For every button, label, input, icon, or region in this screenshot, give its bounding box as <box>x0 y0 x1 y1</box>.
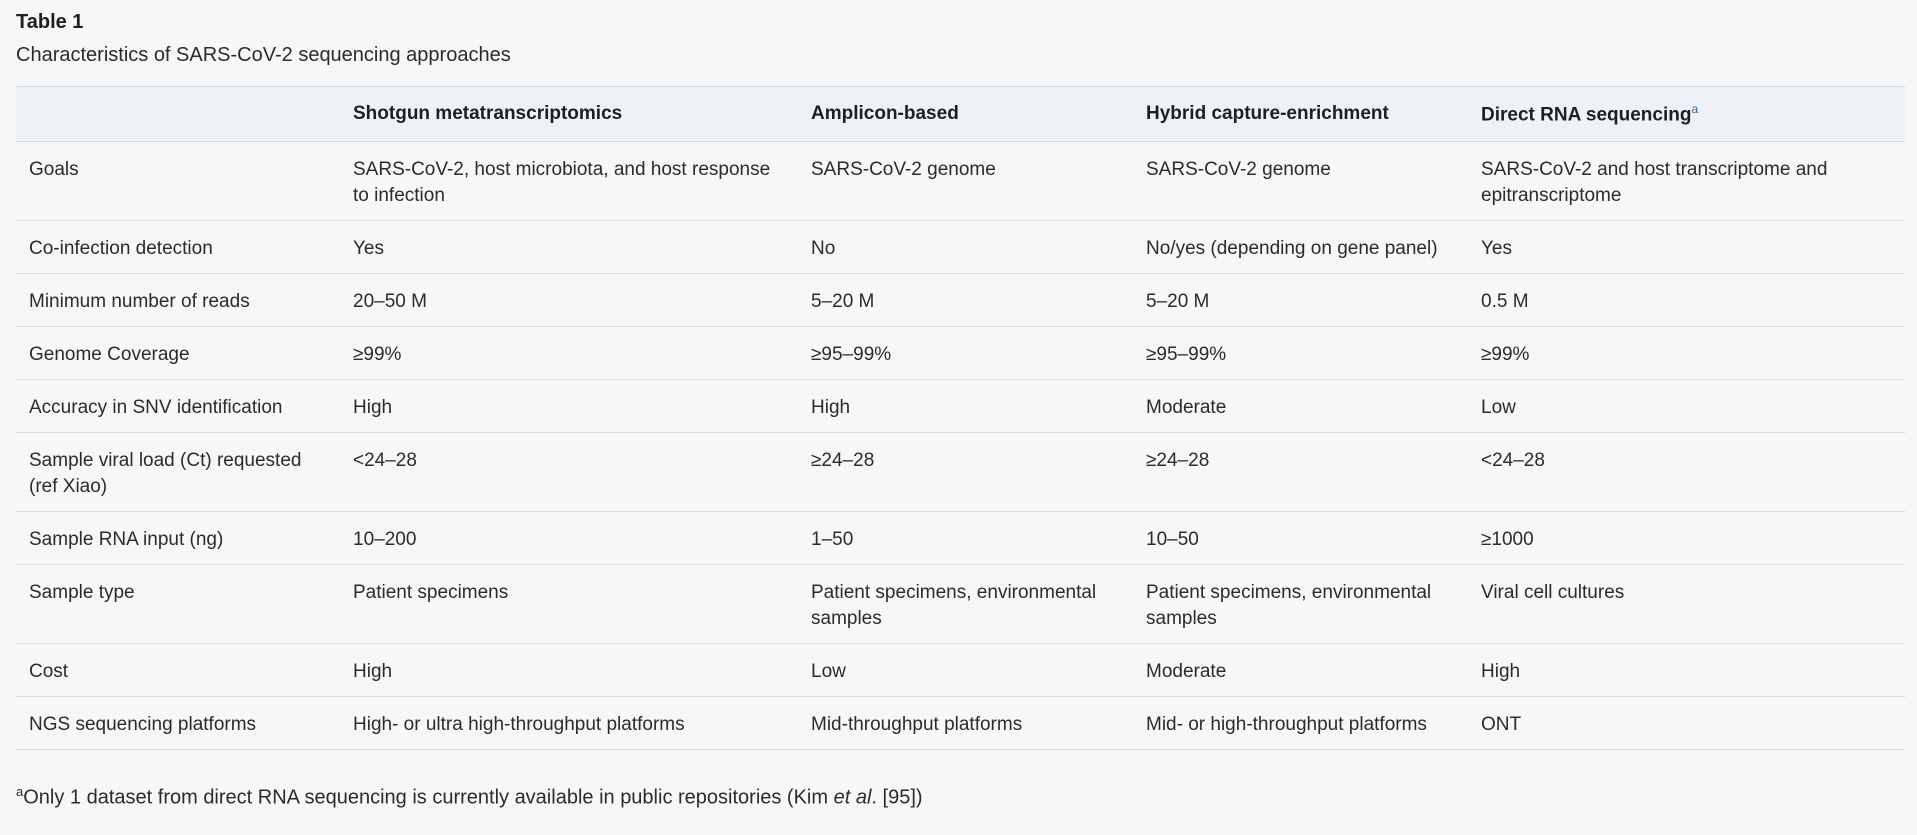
table-cell: ≥99% <box>1468 326 1905 380</box>
table-cell: High <box>340 643 798 697</box>
header-cell-empty <box>16 86 340 142</box>
table-cell: ≥24–28 <box>1133 432 1468 512</box>
table-cell: Moderate <box>1133 379 1468 433</box>
table-cell: Low <box>1468 379 1905 433</box>
table-cell: 10–200 <box>340 511 798 565</box>
table-cell: SARS-CoV-2 genome <box>798 141 1133 221</box>
table-row: Minimum number of reads 20–50 M 5–20 M 5–20… <box>16 273 1905 327</box>
table-cell: 1–50 <box>798 511 1133 565</box>
table-row: Sample RNA input (ng) 10–200 1–50 10–50 ≥100… <box>16 511 1905 565</box>
table-cell: SARS-CoV-2 genome <box>1133 141 1468 221</box>
table-row: NGS sequencing platforms High- or ultra h… <box>16 696 1905 750</box>
header-cell-hybrid: Hybrid capture-enrichment <box>1133 86 1468 142</box>
table-cell: ≥95–99% <box>798 326 1133 380</box>
table-cell: No <box>798 220 1133 274</box>
table-header-row: Shotgun metatranscriptomics Amplicon-bas… <box>16 86 1905 142</box>
table-cell: 20–50 M <box>340 273 798 327</box>
header-cell-direct-rna: Direct RNA sequencinga <box>1468 86 1905 142</box>
row-label-cell: Sample viral load (Ct) requested (ref Xi… <box>16 432 340 512</box>
table-cell: SARS-CoV-2 and host transcriptome and ep… <box>1468 141 1905 221</box>
footnote-text-before: Only 1 dataset from direct RNA sequencin… <box>23 786 834 809</box>
table-cell: High <box>340 379 798 433</box>
table-cell: High <box>1468 643 1905 697</box>
table-row: Goals SARS-CoV-2, host microbiota, and ho… <box>16 141 1905 221</box>
row-label-cell: Goals <box>16 141 340 221</box>
data-table: Shotgun metatranscriptomics Amplicon-bas… <box>16 86 1905 750</box>
table-caption: Characteristics of SARS-CoV-2 sequencing… <box>16 44 511 66</box>
footnote-text-after: . [95]) <box>871 786 923 809</box>
table-cell: 5–20 M <box>1133 273 1468 327</box>
table-cell: SARS-CoV-2, host microbiota, and host re… <box>340 141 798 221</box>
row-label-cell: Accuracy in SNV identification <box>16 379 340 433</box>
row-label-cell: Minimum number of reads <box>16 273 340 327</box>
table-cell: ≥95–99% <box>1133 326 1468 380</box>
table-row: Co-infection detection Yes No No/yes (depen… <box>16 220 1905 274</box>
table-body: Goals SARS-CoV-2, host microbiota, and ho… <box>16 141 1905 750</box>
header-cell-amplicon: Amplicon-based <box>798 86 1133 142</box>
table-row: Sample viral load (Ct) requested (ref Xi… <box>16 432 1905 512</box>
table-cell: Patient specimens <box>340 564 798 644</box>
table-cell: Mid- or high-throughput platforms <box>1133 696 1468 750</box>
table-cell: Low <box>798 643 1133 697</box>
row-label-cell: Sample type <box>16 564 340 644</box>
table-cell: High- or ultra high-throughput platforms <box>340 696 798 750</box>
table-cell: Patient specimens, environmental samples <box>798 564 1133 644</box>
table-label: Table 1 <box>16 11 84 33</box>
table-cell: Yes <box>340 220 798 274</box>
table-cell: Moderate <box>1133 643 1468 697</box>
table-cell: 10–50 <box>1133 511 1468 565</box>
row-label-cell: Co-infection detection <box>16 220 340 274</box>
table-cell: Viral cell cultures <box>1468 564 1905 644</box>
table-cell: ≥99% <box>340 326 798 380</box>
table-cell: ≥24–28 <box>798 432 1133 512</box>
table-cell: 5–20 M <box>798 273 1133 327</box>
table-row: Genome Coverage ≥99% ≥95–99% ≥95–99% ≥99% <box>16 326 1905 380</box>
table-cell: Mid-throughput platforms <box>798 696 1133 750</box>
table-cell: Yes <box>1468 220 1905 274</box>
header-cell-shotgun: Shotgun metatranscriptomics <box>340 86 798 142</box>
header-direct-rna-label: Direct RNA sequencing <box>1481 104 1692 126</box>
row-label-cell: Sample RNA input (ng) <box>16 511 340 565</box>
table-cell: <24–28 <box>340 432 798 512</box>
footnote-link[interactable]: a <box>1691 102 1698 116</box>
table-row: Cost High Low Moderate High <box>16 643 1905 697</box>
table-cell: ≥1000 <box>1468 511 1905 565</box>
table-cell: <24–28 <box>1468 432 1905 512</box>
row-label-cell: Cost <box>16 643 340 697</box>
table-row: Accuracy in SNV identification High High Mo… <box>16 379 1905 433</box>
table-container: Table 1 Characteristics of SARS-CoV-2 se… <box>0 0 1917 810</box>
footnote-italic: et al <box>833 786 872 809</box>
row-label-cell: Genome Coverage <box>16 326 340 380</box>
table-cell: Patient specimens, environmental samples <box>1133 564 1468 644</box>
table-cell: No/yes (depending on gene panel) <box>1133 220 1468 274</box>
table-cell: ONT <box>1468 696 1905 750</box>
table-row: Sample type Patient specimens Patient spec… <box>16 564 1905 644</box>
table-footnote: aOnly 1 dataset from direct RNA sequenci… <box>16 784 1901 810</box>
row-label-cell: NGS sequencing platforms <box>16 696 340 750</box>
table-cell: High <box>798 379 1133 433</box>
table-cell: 0.5 M <box>1468 273 1905 327</box>
